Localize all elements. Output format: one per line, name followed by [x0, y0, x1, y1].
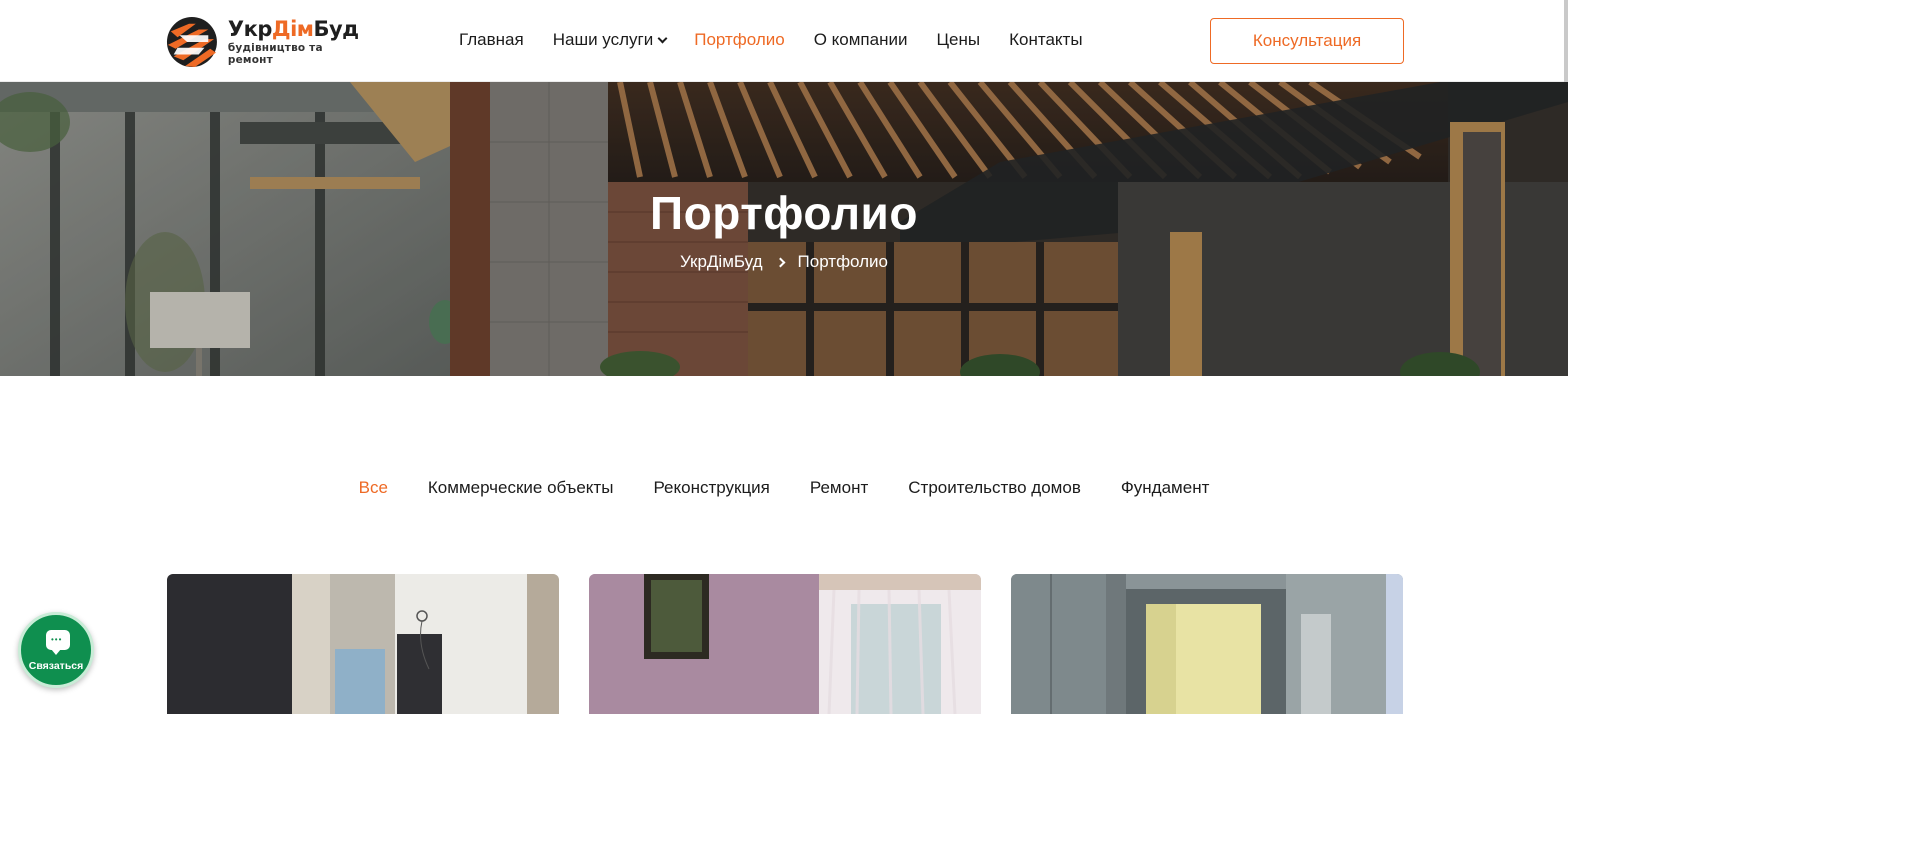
logo-mark-icon [166, 17, 217, 67]
page-title: Портфолио [650, 187, 918, 239]
nav-item-home[interactable]: Главная [459, 30, 524, 50]
filter-foundation[interactable]: Фундамент [1121, 478, 1210, 498]
chevron-down-icon [657, 33, 668, 43]
portfolio-filters: Все Коммерческие объекты Реконструкция Р… [0, 478, 1568, 498]
breadcrumb-home-link[interactable]: УкрДімБуд [680, 252, 763, 272]
chat-widget-label: Связаться [28, 660, 84, 672]
portfolio-card[interactable] [589, 574, 981, 714]
nav-item-label: Наши услуги [552, 30, 654, 49]
nav-item-contacts[interactable]: Контакты [1009, 30, 1082, 50]
main-nav: Главная Наши услуги Портфолио О компании… [459, 30, 1083, 50]
chat-widget-button[interactable]: ••• Связаться [18, 612, 94, 688]
nav-item-label: Цены [936, 30, 981, 49]
breadcrumb-current: Портфолио [797, 252, 889, 271]
breadcrumb: УкрДімБуд Портфолио [0, 252, 1568, 272]
nav-item-about[interactable]: О компании [814, 30, 908, 50]
site-header: УкрДімБуд будівництво та ремонт Главная … [0, 0, 1568, 82]
portfolio-card[interactable] [167, 574, 559, 714]
bedroom-window-photo [589, 574, 981, 714]
brand-tagline: будівництво та ремонт [227, 42, 323, 66]
chat-bubble-icon: ••• [46, 630, 70, 655]
nav-item-label: Главная [459, 30, 524, 49]
portfolio-card[interactable] [1011, 574, 1403, 714]
filter-repair[interactable]: Ремонт [810, 478, 868, 498]
office-door-photo [1011, 574, 1403, 714]
nav-item-prices[interactable]: Цены [936, 30, 980, 50]
filter-reconstruction[interactable]: Реконструкция [653, 478, 769, 498]
nav-item-label: Контакты [1009, 30, 1083, 49]
filter-commercial[interactable]: Коммерческие объекты [428, 478, 614, 498]
logo[interactable]: УкрДімБуд будівництво та ремонт [166, 14, 366, 70]
filter-house-building[interactable]: Строительство домов [908, 478, 1081, 498]
wardrobe-room-photo [167, 574, 559, 714]
brand-name: УкрДімБуд [227, 17, 359, 41]
nav-item-services[interactable]: Наши услуги [552, 30, 668, 50]
hero-banner: Портфолио УкрДімБуд Портфолио [0, 82, 1568, 376]
nav-item-label: О компании [813, 30, 908, 49]
nav-item-label: Портфолио [694, 30, 785, 49]
filter-all[interactable]: Все [359, 478, 388, 498]
nav-item-portfolio[interactable]: Портфолио [694, 30, 784, 50]
chevron-right-icon [775, 257, 785, 267]
consultation-button[interactable]: Консультация [1210, 18, 1404, 64]
